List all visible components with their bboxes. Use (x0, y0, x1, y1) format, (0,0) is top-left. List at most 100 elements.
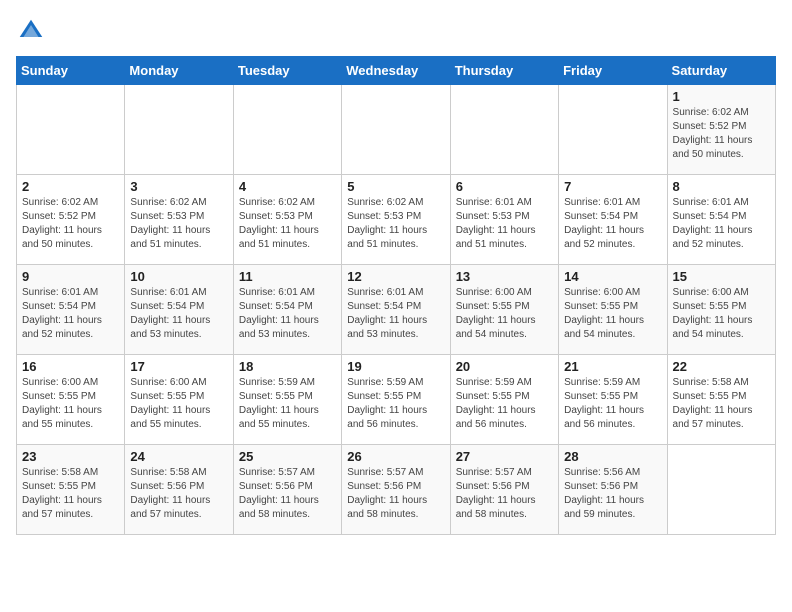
calendar-cell: 6Sunrise: 6:01 AM Sunset: 5:53 PM Daylig… (450, 175, 558, 265)
calendar-table: SundayMondayTuesdayWednesdayThursdayFrid… (16, 56, 776, 535)
calendar-cell: 12 Sunrise: 6:01 AM Sunset: 5:54 PM Dayli… (342, 265, 450, 355)
day-info: Sunrise: 5:58 AM Sunset: 5:56 PM Dayligh… (130, 466, 227, 522)
calendar-cell: 19 Sunrise: 5:59 AM Sunset: 5:55 PM Dayli… (342, 355, 450, 445)
day-info: Sunrise: 6:01 AM Sunset: 5:54 PM Dayligh… (347, 286, 444, 342)
calendar-week-1: 1 Sunrise: 6:02 AM Sunset: 5:52 PM Daylig… (17, 85, 776, 175)
day-number: 9 (22, 269, 119, 284)
calendar-cell (559, 85, 667, 175)
calendar-cell: 13 Sunrise: 6:00 AM Sunset: 5:55 PM Dayli… (450, 265, 558, 355)
day-number: 21 (564, 359, 661, 374)
day-number: 8 (673, 179, 770, 194)
logo-icon (16, 16, 46, 46)
weekday-header-wednesday: Wednesday (342, 57, 450, 85)
day-info: Sunrise: 5:59 AM Sunset: 5:55 PM Dayligh… (239, 376, 336, 432)
day-number: 27 (456, 449, 553, 464)
calendar-cell: 21 Sunrise: 5:59 AM Sunset: 5:55 PM Dayli… (559, 355, 667, 445)
calendar-cell: 11 Sunrise: 6:01 AM Sunset: 5:54 PM Dayli… (233, 265, 341, 355)
calendar-cell: 20 Sunrise: 5:59 AM Sunset: 5:55 PM Dayli… (450, 355, 558, 445)
day-info: Sunrise: 6:00 AM Sunset: 5:55 PM Dayligh… (673, 286, 770, 342)
day-number: 13 (456, 269, 553, 284)
day-number: 15 (673, 269, 770, 284)
day-info: Sunrise: 6:01 AM Sunset: 5:54 PM Dayligh… (564, 196, 661, 252)
weekday-header-thursday: Thursday (450, 57, 558, 85)
calendar-cell: 7 Sunrise: 6:01 AM Sunset: 5:54 PM Daylig… (559, 175, 667, 265)
day-info: Sunrise: 6:02 AM Sunset: 5:52 PM Dayligh… (22, 196, 119, 252)
logo (16, 16, 50, 46)
calendar-cell: 5 Sunrise: 6:02 AM Sunset: 5:53 PM Daylig… (342, 175, 450, 265)
day-number: 23 (22, 449, 119, 464)
calendar-cell: 27 Sunrise: 5:57 AM Sunset: 5:56 PM Dayli… (450, 445, 558, 535)
day-info: Sunrise: 6:01 AM Sunset: 5:54 PM Dayligh… (22, 286, 119, 342)
calendar-body: 1 Sunrise: 6:02 AM Sunset: 5:52 PM Daylig… (17, 85, 776, 535)
day-number: 28 (564, 449, 661, 464)
day-number: 20 (456, 359, 553, 374)
calendar-cell: 15 Sunrise: 6:00 AM Sunset: 5:55 PM Dayli… (667, 265, 775, 355)
day-number: 2 (22, 179, 119, 194)
day-info: Sunrise: 6:01 AM Sunset: 5:54 PM Dayligh… (673, 196, 770, 252)
calendar-cell: 9 Sunrise: 6:01 AM Sunset: 5:54 PM Daylig… (17, 265, 125, 355)
day-number: 18 (239, 359, 336, 374)
day-info: Sunrise: 6:01 AM Sunset: 5:54 PM Dayligh… (130, 286, 227, 342)
calendar-cell: 16 Sunrise: 6:00 AM Sunset: 5:55 PM Dayli… (17, 355, 125, 445)
day-number: 24 (130, 449, 227, 464)
day-info: Sunrise: 6:02 AM Sunset: 5:53 PM Dayligh… (347, 196, 444, 252)
weekday-header-sunday: Sunday (17, 57, 125, 85)
weekday-header-saturday: Saturday (667, 57, 775, 85)
calendar-cell (450, 85, 558, 175)
weekday-header-friday: Friday (559, 57, 667, 85)
day-number: 26 (347, 449, 444, 464)
page-header (16, 16, 776, 46)
day-number: 12 (347, 269, 444, 284)
day-number: 1 (673, 89, 770, 104)
calendar-cell: 22 Sunrise: 5:58 AM Sunset: 5:55 PM Dayli… (667, 355, 775, 445)
calendar-cell: 10Sunrise: 6:01 AM Sunset: 5:54 PM Dayli… (125, 265, 233, 355)
day-info: Sunrise: 5:57 AM Sunset: 5:56 PM Dayligh… (239, 466, 336, 522)
day-info: Sunrise: 6:01 AM Sunset: 5:54 PM Dayligh… (239, 286, 336, 342)
calendar-cell (667, 445, 775, 535)
calendar-cell (342, 85, 450, 175)
weekday-header-monday: Monday (125, 57, 233, 85)
day-number: 3 (130, 179, 227, 194)
weekday-header-row: SundayMondayTuesdayWednesdayThursdayFrid… (17, 57, 776, 85)
calendar-cell: 3 Sunrise: 6:02 AM Sunset: 5:53 PM Daylig… (125, 175, 233, 265)
calendar-header: SundayMondayTuesdayWednesdayThursdayFrid… (17, 57, 776, 85)
calendar-cell (125, 85, 233, 175)
calendar-week-5: 23Sunrise: 5:58 AM Sunset: 5:55 PM Dayli… (17, 445, 776, 535)
calendar-week-4: 16 Sunrise: 6:00 AM Sunset: 5:55 PM Dayli… (17, 355, 776, 445)
calendar-cell: 26 Sunrise: 5:57 AM Sunset: 5:56 PM Dayli… (342, 445, 450, 535)
day-number: 11 (239, 269, 336, 284)
day-info: Sunrise: 5:57 AM Sunset: 5:56 PM Dayligh… (347, 466, 444, 522)
day-info: Sunrise: 5:58 AM Sunset: 5:55 PM Dayligh… (673, 376, 770, 432)
day-info: Sunrise: 5:59 AM Sunset: 5:55 PM Dayligh… (456, 376, 553, 432)
day-number: 14 (564, 269, 661, 284)
calendar-cell (17, 85, 125, 175)
day-info: Sunrise: 5:57 AM Sunset: 5:56 PM Dayligh… (456, 466, 553, 522)
day-number: 6 (456, 179, 553, 194)
day-info: Sunrise: 6:00 AM Sunset: 5:55 PM Dayligh… (564, 286, 661, 342)
day-info: Sunrise: 5:59 AM Sunset: 5:55 PM Dayligh… (564, 376, 661, 432)
calendar-cell (233, 85, 341, 175)
day-info: Sunrise: 6:00 AM Sunset: 5:55 PM Dayligh… (456, 286, 553, 342)
day-number: 19 (347, 359, 444, 374)
calendar-week-2: 2 Sunrise: 6:02 AM Sunset: 5:52 PM Daylig… (17, 175, 776, 265)
calendar-cell: 2 Sunrise: 6:02 AM Sunset: 5:52 PM Daylig… (17, 175, 125, 265)
day-number: 22 (673, 359, 770, 374)
calendar-cell: 17Sunrise: 6:00 AM Sunset: 5:55 PM Dayli… (125, 355, 233, 445)
day-info: Sunrise: 6:02 AM Sunset: 5:52 PM Dayligh… (673, 106, 770, 162)
calendar-cell: 23Sunrise: 5:58 AM Sunset: 5:55 PM Dayli… (17, 445, 125, 535)
calendar-cell: 8 Sunrise: 6:01 AM Sunset: 5:54 PM Daylig… (667, 175, 775, 265)
calendar-week-3: 9 Sunrise: 6:01 AM Sunset: 5:54 PM Daylig… (17, 265, 776, 355)
day-number: 25 (239, 449, 336, 464)
day-info: Sunrise: 6:02 AM Sunset: 5:53 PM Dayligh… (130, 196, 227, 252)
day-number: 4 (239, 179, 336, 194)
day-info: Sunrise: 6:00 AM Sunset: 5:55 PM Dayligh… (22, 376, 119, 432)
day-number: 7 (564, 179, 661, 194)
day-info: Sunrise: 6:00 AM Sunset: 5:55 PM Dayligh… (130, 376, 227, 432)
day-info: Sunrise: 6:02 AM Sunset: 5:53 PM Dayligh… (239, 196, 336, 252)
calendar-cell: 14 Sunrise: 6:00 AM Sunset: 5:55 PM Dayli… (559, 265, 667, 355)
calendar-cell: 25 Sunrise: 5:57 AM Sunset: 5:56 PM Dayli… (233, 445, 341, 535)
day-number: 16 (22, 359, 119, 374)
day-number: 5 (347, 179, 444, 194)
day-info: Sunrise: 5:59 AM Sunset: 5:55 PM Dayligh… (347, 376, 444, 432)
calendar-cell: 4 Sunrise: 6:02 AM Sunset: 5:53 PM Daylig… (233, 175, 341, 265)
